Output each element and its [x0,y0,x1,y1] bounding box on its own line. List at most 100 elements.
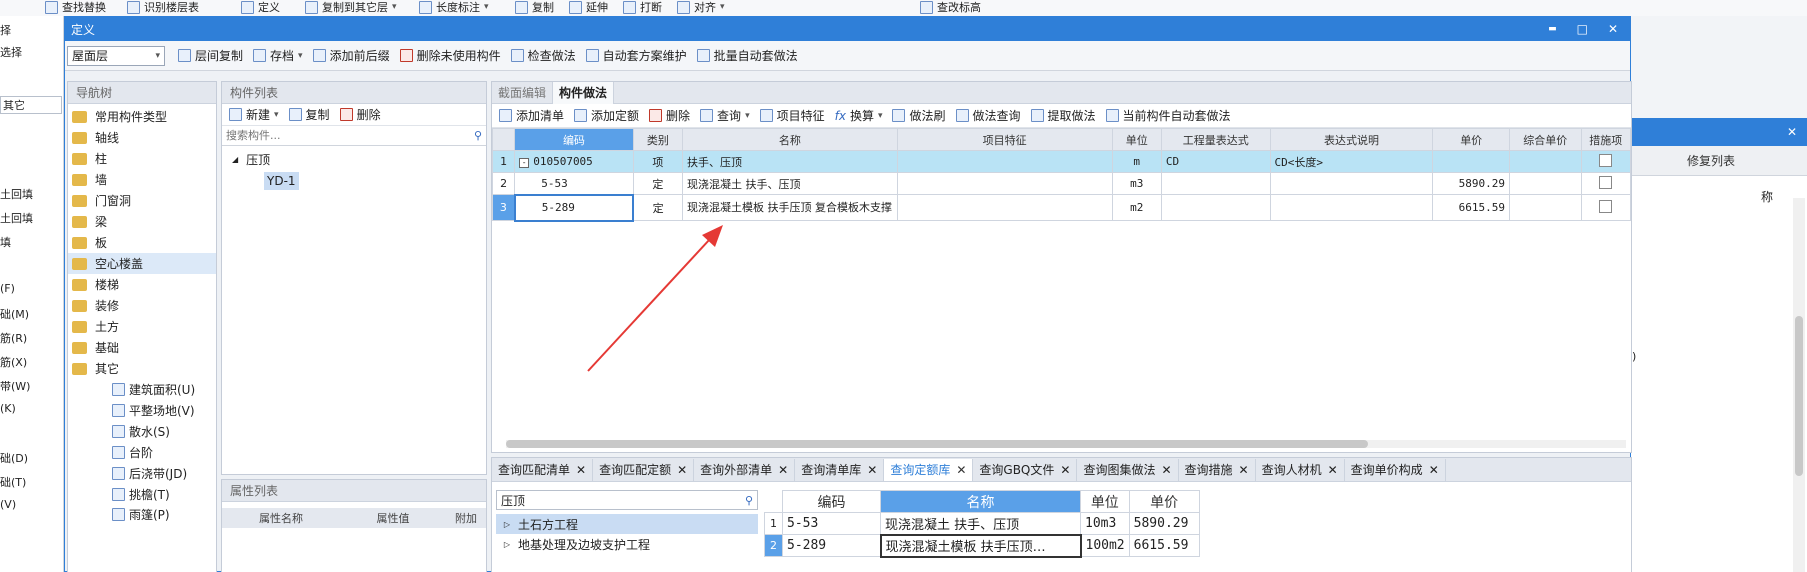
table-row[interactable]: 1 -010507005 项 扶手、压顶 m CD CD<长度> [491,150,1632,173]
check-method-button[interactable]: 检查做法 [506,46,581,66]
host-item[interactable]: (K) [0,402,16,415]
col-price[interactable]: 单价 [1128,490,1200,513]
search-icon[interactable]: ⚲ [474,129,482,142]
nav-item[interactable]: 常用构件类型 [68,106,216,127]
method-query-button[interactable]: 做法查询 [951,106,1026,126]
component-search[interactable]: ⚲ [222,126,486,146]
host-item[interactable]: 础(T) [0,474,26,490]
quota-tree-item[interactable]: ▷ 地基处理及边坡支护工程 [496,534,758,554]
host-field[interactable]: 其它 [0,96,62,114]
table-row[interactable]: 2 5-289 现浇混凝土模板 扶手压顶… 100m2 6615.59 [764,533,1200,558]
nav-subitem[interactable]: 后浇带(JD) [68,463,216,484]
copy-component-button[interactable]: 复制 [284,105,335,125]
host-item[interactable]: 土回填 [0,186,33,202]
col-unit[interactable]: 单位 [1080,490,1130,513]
expand-icon[interactable]: ▷ [496,520,518,529]
close-icon[interactable]: ✕ [576,459,586,481]
ribbon-align[interactable]: 对齐 [672,0,730,16]
table-row[interactable]: 1 5-53 现浇混凝土 扶手、压顶 10m3 5890.29 [764,512,1200,535]
col-unit[interactable]: 单位 [1111,128,1162,151]
query-button[interactable]: 查询 [695,106,755,126]
repair-panel-scrollbar[interactable] [1793,198,1805,572]
method-brush-button[interactable]: 做法刷 [887,106,950,126]
search-icon[interactable]: ⚲ [745,494,753,507]
host-item[interactable]: 择 [0,22,11,38]
col-code[interactable]: 编码 [782,490,881,513]
close-icon[interactable]: ✕ [677,459,687,481]
quota-search-input[interactable]: 压顶 [501,492,525,509]
nav-item[interactable]: 轴线 [68,127,216,148]
host-item[interactable]: 础(M) [0,306,29,322]
add-quota-button[interactable]: 添加定额 [569,106,644,126]
nav-item[interactable]: 土方 [68,316,216,337]
new-component-button[interactable]: 新建 [224,105,284,125]
nav-subitem[interactable]: 台阶 [68,442,216,463]
nav-subitem[interactable]: 雨篷(P) [68,505,216,523]
ribbon-break[interactable]: 打断 [618,0,667,16]
measure-checkbox[interactable] [1599,153,1613,167]
query-tab[interactable]: 查询单价构成 ✕ [1345,458,1446,481]
maximize-button[interactable]: □ [1577,22,1588,36]
ribbon-copy[interactable]: 复制 [510,0,559,16]
col-price[interactable]: 单价 [1432,128,1510,151]
floor-select[interactable]: 屋面层 [67,45,165,66]
query-tab[interactable]: 查询措施 ✕ [1179,458,1256,481]
batch-auto-method-button[interactable]: 批量自动套做法 [692,46,803,66]
host-item[interactable]: 筋(R) [0,330,27,346]
ribbon-length[interactable]: 长度标注 [414,0,494,16]
method-table-scrollbar[interactable] [506,440,1626,448]
nav-item[interactable]: 装修 [68,295,216,316]
query-tab[interactable]: 查询匹配定额 ✕ [593,458,695,481]
host-item[interactable]: (F) [0,282,15,295]
ribbon-identify-floor[interactable]: 识别楼层表 [122,0,204,16]
auto-method-button[interactable]: 当前构件自动套做法 [1101,106,1236,126]
close-icon[interactable]: ✕ [1328,459,1338,481]
archive-button[interactable]: 存档 [248,46,308,66]
query-tab[interactable]: 查询图集做法 ✕ [1077,458,1179,481]
nav-item[interactable]: 其它 [68,358,216,379]
nav-item[interactable]: 板 [68,232,216,253]
nav-item-selected[interactable]: 空心楼盖 [68,253,216,274]
component-search-input[interactable] [226,129,456,142]
ribbon-copy-layer[interactable]: 复制到其它层 [300,0,402,16]
host-item[interactable]: (V) [0,498,16,511]
delete-method-button[interactable]: 删除 [644,106,695,126]
close-icon[interactable]: ✕ [867,459,877,481]
quota-tree-item[interactable]: ▷ 土石方工程 [496,514,758,534]
table-row[interactable]: 2 5-53 定 现浇混凝土 扶手、压顶 m3 5890.29 [491,172,1632,195]
convert-button[interactable]: fx 换算 [830,106,888,126]
close-icon[interactable]: ✕ [1429,459,1439,481]
nav-item[interactable]: 基础 [68,337,216,358]
query-tab[interactable]: 查询人材机 ✕ [1256,458,1345,481]
col-type[interactable]: 类别 [632,128,684,151]
col-total[interactable]: 综合单价 [1508,128,1582,151]
copy-between-floors-button[interactable]: 层间复制 [173,46,248,66]
host-item[interactable]: 础(D) [0,450,28,466]
repair-panel-close[interactable]: ✕ [1787,125,1797,139]
nav-item[interactable]: 墙 [68,169,216,190]
close-button[interactable]: ✕ [1608,22,1618,36]
quota-search[interactable]: 压顶 ⚲ [496,490,758,510]
ribbon-find-replace[interactable]: 查找替换 [40,0,111,16]
col-name[interactable]: 名称 [880,490,1081,513]
close-icon[interactable]: ✕ [1161,459,1171,481]
host-item[interactable]: 土回填 [0,210,33,226]
host-item[interactable]: 选择 [0,44,22,60]
close-icon[interactable]: ✕ [1060,459,1070,481]
collapse-icon[interactable]: ◢ [232,155,238,164]
ribbon-elevation[interactable]: 查改标高 [915,0,986,16]
query-tab-active[interactable]: 查询定额库 ✕ [884,458,974,481]
host-item[interactable]: 填 [0,234,11,250]
ribbon-define[interactable]: 定义 [236,0,285,16]
item-feature-button[interactable]: 项目特征 [755,106,830,126]
extract-method-button[interactable]: 提取做法 [1026,106,1101,126]
ribbon-extend[interactable]: 延伸 [564,0,613,16]
query-tab[interactable]: 查询GBQ文件 ✕ [973,458,1078,481]
nav-subitem[interactable]: 平整场地(V) [68,400,216,421]
col-expr[interactable]: 工程量表达式 [1160,128,1271,151]
col-measure[interactable]: 措施项 [1580,128,1632,151]
delete-component-button[interactable]: 删除 [335,105,386,125]
add-list-button[interactable]: 添加清单 [494,106,569,126]
measure-checkbox[interactable] [1599,199,1613,213]
tab-section-edit[interactable]: 截面编辑 [492,81,554,104]
